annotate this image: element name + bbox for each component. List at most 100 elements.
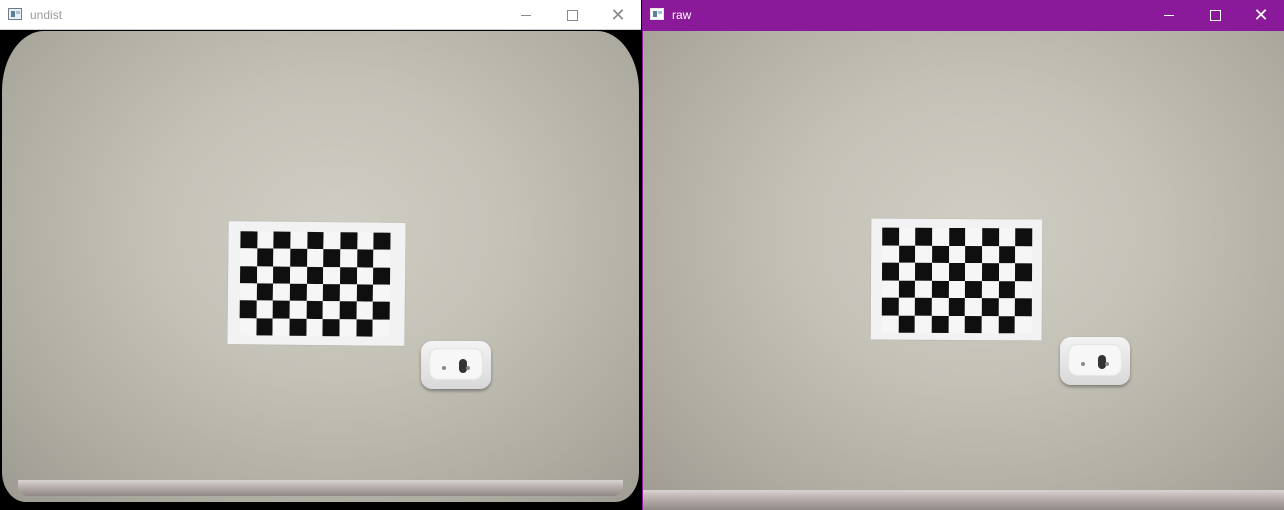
minimize-icon (1164, 14, 1174, 16)
minimize-button[interactable] (1146, 0, 1192, 30)
chessboard-square (898, 262, 916, 281)
chessboard-square (915, 245, 933, 263)
maximize-button[interactable] (549, 0, 595, 30)
chessboard-calibration-pattern (227, 221, 406, 346)
chessboard-square (273, 283, 290, 302)
chessboard-square (239, 283, 257, 301)
chessboard-square (306, 249, 324, 267)
close-icon: ✕ (1253, 5, 1269, 25)
chessboard-square (948, 227, 966, 246)
chessboard-square (1015, 228, 1033, 246)
chessboard-square (340, 249, 358, 268)
chessboard-square (965, 298, 982, 316)
chessboard-square (256, 300, 274, 319)
wall-outlet-face (1068, 344, 1122, 376)
wall-outlet (1060, 337, 1130, 385)
chessboard-square (915, 262, 933, 281)
chessboard-square (240, 231, 258, 249)
chessboard-square (931, 262, 949, 281)
chessboard-square (1015, 263, 1033, 281)
maximize-icon (566, 9, 578, 21)
chessboard-square (339, 301, 357, 320)
chessboard-square (356, 319, 373, 337)
minimize-icon (521, 14, 531, 16)
baseboard (18, 480, 623, 496)
chessboard-square (881, 280, 899, 298)
maximize-icon (1209, 9, 1221, 21)
chessboard-square (931, 280, 949, 298)
chessboard-square (272, 318, 290, 336)
raw-title-bar[interactable]: raw ✕ (642, 0, 1284, 30)
chessboard-square (915, 227, 933, 246)
chessboard-square (239, 265, 257, 284)
chessboard-square (881, 297, 899, 316)
chessboard-square (356, 284, 374, 302)
window-title: raw (672, 8, 692, 22)
chessboard-square (256, 318, 273, 336)
wall-surface (2, 31, 639, 502)
chessboard-square (306, 283, 324, 302)
wall-outlet-face (429, 348, 483, 380)
chessboard-square (306, 301, 324, 319)
chessboard-square (898, 280, 916, 298)
screw-icon (466, 366, 470, 370)
chessboard-square (289, 301, 307, 319)
chessboard-square (1015, 315, 1032, 334)
chessboard-square (981, 263, 999, 281)
close-button[interactable]: ✕ (595, 0, 641, 30)
chessboard-square (898, 297, 916, 316)
chessboard-square (982, 228, 999, 246)
minimize-button[interactable] (503, 0, 549, 30)
chessboard-square (273, 248, 291, 267)
chessboard-square (256, 248, 274, 267)
chessboard-square (948, 297, 966, 316)
chessboard-grid (239, 231, 391, 337)
chessboard-square (356, 267, 374, 285)
chessboard-square (289, 283, 307, 302)
chessboard-square (290, 249, 308, 267)
screw-icon (442, 366, 446, 370)
screw-icon (1081, 362, 1085, 366)
chessboard-square (882, 227, 899, 246)
chessboard-square (323, 284, 340, 302)
close-button[interactable]: ✕ (1238, 0, 1284, 30)
undist-title-bar[interactable]: undist ✕ (0, 0, 641, 30)
chessboard-square (256, 283, 274, 301)
raw-window: raw ✕ (642, 0, 1284, 510)
chessboard-square (323, 266, 341, 285)
chessboard-square (257, 231, 274, 249)
chessboard-square (290, 231, 308, 250)
chessboard-grid (881, 227, 1033, 334)
undistorted-image-view (0, 30, 641, 510)
chessboard-square (882, 245, 899, 263)
chessboard-square (273, 231, 291, 250)
wall-outlet (421, 341, 491, 389)
app-window-icon (8, 8, 22, 20)
chessboard-square (948, 262, 966, 281)
chessboard-square (356, 249, 374, 268)
chessboard-square (931, 297, 949, 316)
chessboard-square (948, 280, 966, 299)
chessboard-square (323, 232, 341, 250)
raw-image-view (643, 31, 1284, 510)
chessboard-square (998, 315, 1016, 334)
chessboard-square (981, 315, 999, 334)
maximize-button[interactable] (1192, 0, 1238, 30)
chessboard-square (998, 245, 1016, 264)
wall-surface (643, 31, 1284, 510)
chessboard-square (948, 315, 966, 334)
chessboard-square (307, 231, 324, 250)
chessboard-square (982, 245, 999, 264)
chessboard-square (965, 263, 983, 281)
chessboard-square (965, 315, 982, 334)
chessboard-square (373, 232, 391, 251)
chessboard-square (373, 284, 390, 303)
chessboard-square (322, 301, 340, 319)
chessboard-square (1015, 298, 1032, 316)
chessboard-square (256, 266, 274, 284)
screw-icon (1105, 362, 1109, 366)
chessboard-square (356, 301, 374, 320)
app-window-icon (650, 8, 664, 20)
chessboard-square (932, 245, 949, 263)
chessboard-square (898, 245, 916, 263)
